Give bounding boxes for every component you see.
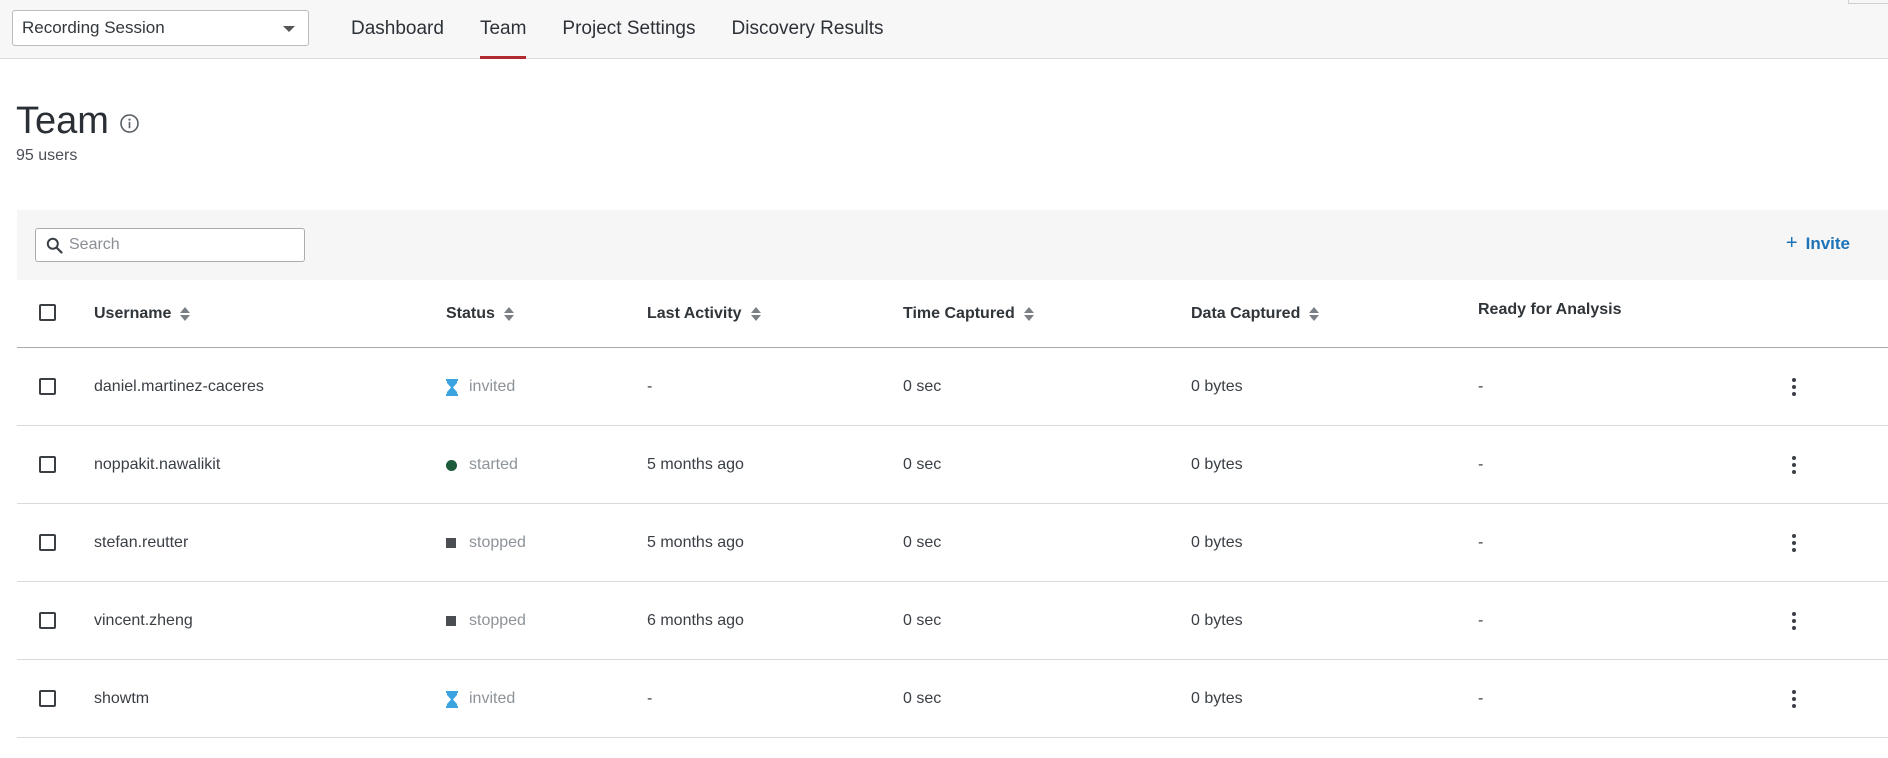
sort-icon [1309,306,1320,322]
stop-square-icon [446,538,456,548]
window-corner-decoration [1848,0,1888,4]
table-row: stefan.reutter stopped 5 months ago 0 se… [17,504,1888,582]
column-header-time-captured-label: Time Captured [903,305,1015,322]
column-header-data-captured[interactable]: Data Captured [1191,280,1320,348]
session-select-dropdown[interactable]: Recording Session [12,10,309,46]
column-header-status[interactable]: Status [446,280,514,348]
data-captured-cell: 0 bytes [1191,534,1243,551]
data-captured-cell: 0 bytes [1191,378,1243,395]
username-cell: noppakit.nawalikit [94,456,221,473]
status-label: invited [469,378,516,395]
row-checkbox[interactable] [39,690,56,707]
time-captured-cell: 0 sec [903,456,942,473]
column-header-last-activity[interactable]: Last Activity [647,280,761,348]
row-more-options-icon[interactable] [1784,377,1804,397]
last-activity-cell: 6 months ago [647,612,744,629]
tab-team[interactable]: Team [462,0,544,59]
time-captured-cell: 0 sec [903,612,942,629]
row-checkbox[interactable] [39,456,56,473]
tab-project-settings-label: Project Settings [562,18,696,39]
sort-icon [180,306,191,322]
session-select-value: Recording Session [22,18,165,37]
select-all-checkbox[interactable] [39,304,56,321]
tab-discovery-results[interactable]: Discovery Results [714,0,902,58]
status-label: invited [469,690,516,707]
page-title: Team [16,100,109,142]
data-captured-cell: 0 bytes [1191,612,1243,629]
ready-for-analysis-cell: - [1478,612,1484,629]
time-captured-cell: 0 sec [903,690,942,707]
row-checkbox[interactable] [39,612,56,629]
username-cell: stefan.reutter [94,534,189,551]
tab-dashboard-label: Dashboard [351,18,444,39]
table-toolbar: + Invite [17,210,1888,280]
table-row: vincent.zheng stopped 6 months ago 0 sec… [17,582,1888,660]
status-cell: started [446,426,518,504]
column-header-username[interactable]: Username [94,280,191,348]
invite-label: Invite [1805,233,1850,253]
time-captured-cell: 0 sec [903,378,942,395]
time-captured-cell: 0 sec [903,534,942,551]
column-header-status-label: Status [446,305,495,322]
tab-project-settings[interactable]: Project Settings [544,0,713,58]
row-more-options-icon[interactable] [1784,689,1804,709]
column-header-ready-for-analysis-label: Ready for Analysis [1478,301,1622,318]
column-header-data-captured-label: Data Captured [1191,305,1301,322]
tab-team-label: Team [479,18,527,39]
column-header-username-label: Username [94,305,172,322]
table-row: noppakit.nawalikit started 5 months ago … [17,426,1888,504]
search-input[interactable] [69,236,289,254]
status-label: started [469,456,518,473]
search-box[interactable] [35,228,305,262]
ready-for-analysis-cell: - [1478,456,1484,473]
stop-square-icon [446,616,456,626]
status-label: stopped [469,534,526,551]
username-cell: daniel.martinez-caceres [94,378,264,395]
sort-icon [750,306,761,322]
table-header: Username Status Last Activity Time Captu… [17,280,1888,348]
chevron-down-icon [283,26,295,32]
status-cell: invited [446,660,515,738]
status-cell: stopped [446,582,526,660]
user-count: 95 users [16,147,78,164]
row-checkbox[interactable] [39,378,56,395]
row-more-options-icon[interactable] [1784,455,1804,475]
ready-for-analysis-cell: - [1478,378,1484,395]
sort-icon [503,306,514,322]
hourglass-icon [446,378,458,396]
username-cell: vincent.zheng [94,612,193,629]
ready-for-analysis-cell: - [1478,534,1484,551]
row-more-options-icon[interactable] [1784,533,1804,553]
sort-icon [1023,306,1034,322]
tab-discovery-results-label: Discovery Results [731,18,884,39]
plus-icon: + [1785,232,1798,254]
data-captured-cell: 0 bytes [1191,456,1243,473]
column-header-last-activity-label: Last Activity [647,305,742,322]
column-header-ready-for-analysis: Ready for Analysis [1478,276,1621,344]
row-more-options-icon[interactable] [1784,611,1804,631]
search-icon [46,237,63,254]
ready-for-analysis-cell: - [1478,690,1484,707]
last-activity-cell: 5 months ago [647,456,744,473]
team-table-panel: + Invite Username Status Last Activity T… [17,210,1888,758]
invite-button[interactable]: + Invite [1786,232,1850,255]
row-checkbox[interactable] [39,534,56,551]
last-activity-cell: 5 months ago [647,534,744,551]
last-activity-cell: - [647,690,653,707]
main-tabs: Dashboard Team Project Settings Discover… [333,0,902,59]
data-captured-cell: 0 bytes [1191,690,1243,707]
column-header-time-captured[interactable]: Time Captured [903,280,1034,348]
table-row: showtm invited - 0 sec 0 bytes - [17,660,1888,738]
top-navigation-bar: Recording Session Dashboard Team Project… [0,0,1888,59]
table-row: daniel.martinez-caceres invited - 0 sec … [17,348,1888,426]
status-cell: invited [446,348,515,426]
status-label: stopped [469,612,526,629]
username-cell: showtm [94,690,150,707]
tab-dashboard[interactable]: Dashboard [333,0,462,58]
green-dot-icon [446,459,457,471]
hourglass-icon [446,690,458,708]
info-circle-icon[interactable] [119,113,140,134]
status-cell: stopped [446,504,526,582]
last-activity-cell: - [647,378,653,395]
